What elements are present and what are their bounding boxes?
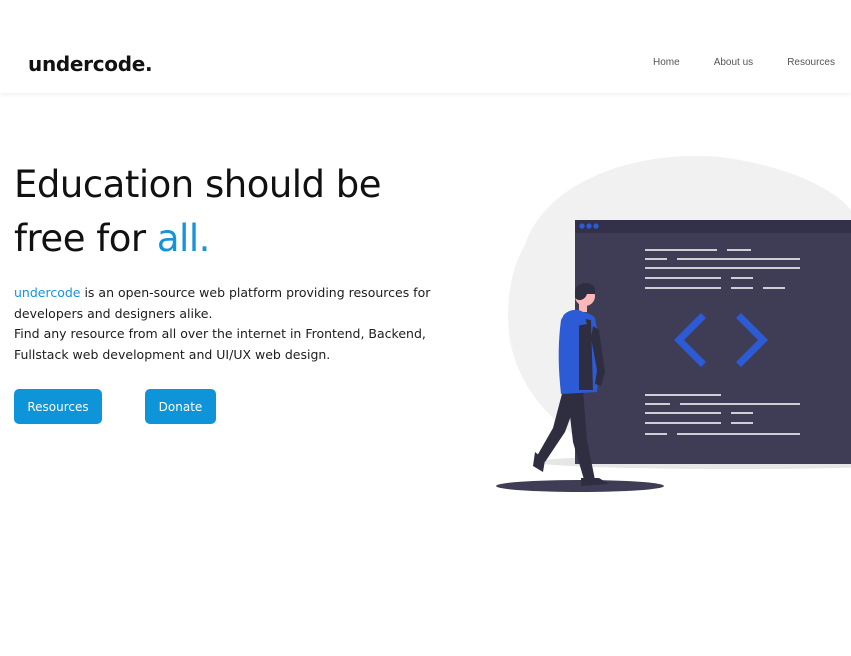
- hero-description: undercode is an open-source web platform…: [14, 283, 464, 365]
- browser-dot: [593, 223, 599, 229]
- person-shadow: [496, 480, 664, 492]
- hero-title-line2-prefix: free for: [14, 217, 157, 260]
- nav-home[interactable]: Home: [653, 57, 680, 68]
- description-part2: Find any resource from all over the inte…: [14, 326, 426, 362]
- main-nav: Home About us Resources: [653, 57, 835, 68]
- resources-button[interactable]: Resources: [14, 389, 102, 424]
- hero-title-line1: Education should be: [14, 163, 382, 206]
- hero-illustration: [496, 155, 851, 492]
- browser-window: [575, 220, 851, 464]
- nav-resources[interactable]: Resources: [787, 57, 835, 68]
- description-brand: undercode: [14, 285, 81, 300]
- page: undercode. Home About us Resources Educa…: [0, 0, 851, 656]
- browser-dot: [579, 223, 585, 229]
- site-header: undercode. Home About us Resources: [0, 0, 851, 93]
- logo[interactable]: undercode.: [28, 52, 153, 76]
- donate-button[interactable]: Donate: [145, 389, 216, 424]
- browser-dot: [586, 223, 592, 229]
- nav-about-us[interactable]: About us: [714, 57, 753, 68]
- hero-title: Education should be free for all.: [14, 158, 434, 266]
- browser-titlebar: [575, 220, 851, 233]
- hero-title-accent: all.: [156, 217, 211, 260]
